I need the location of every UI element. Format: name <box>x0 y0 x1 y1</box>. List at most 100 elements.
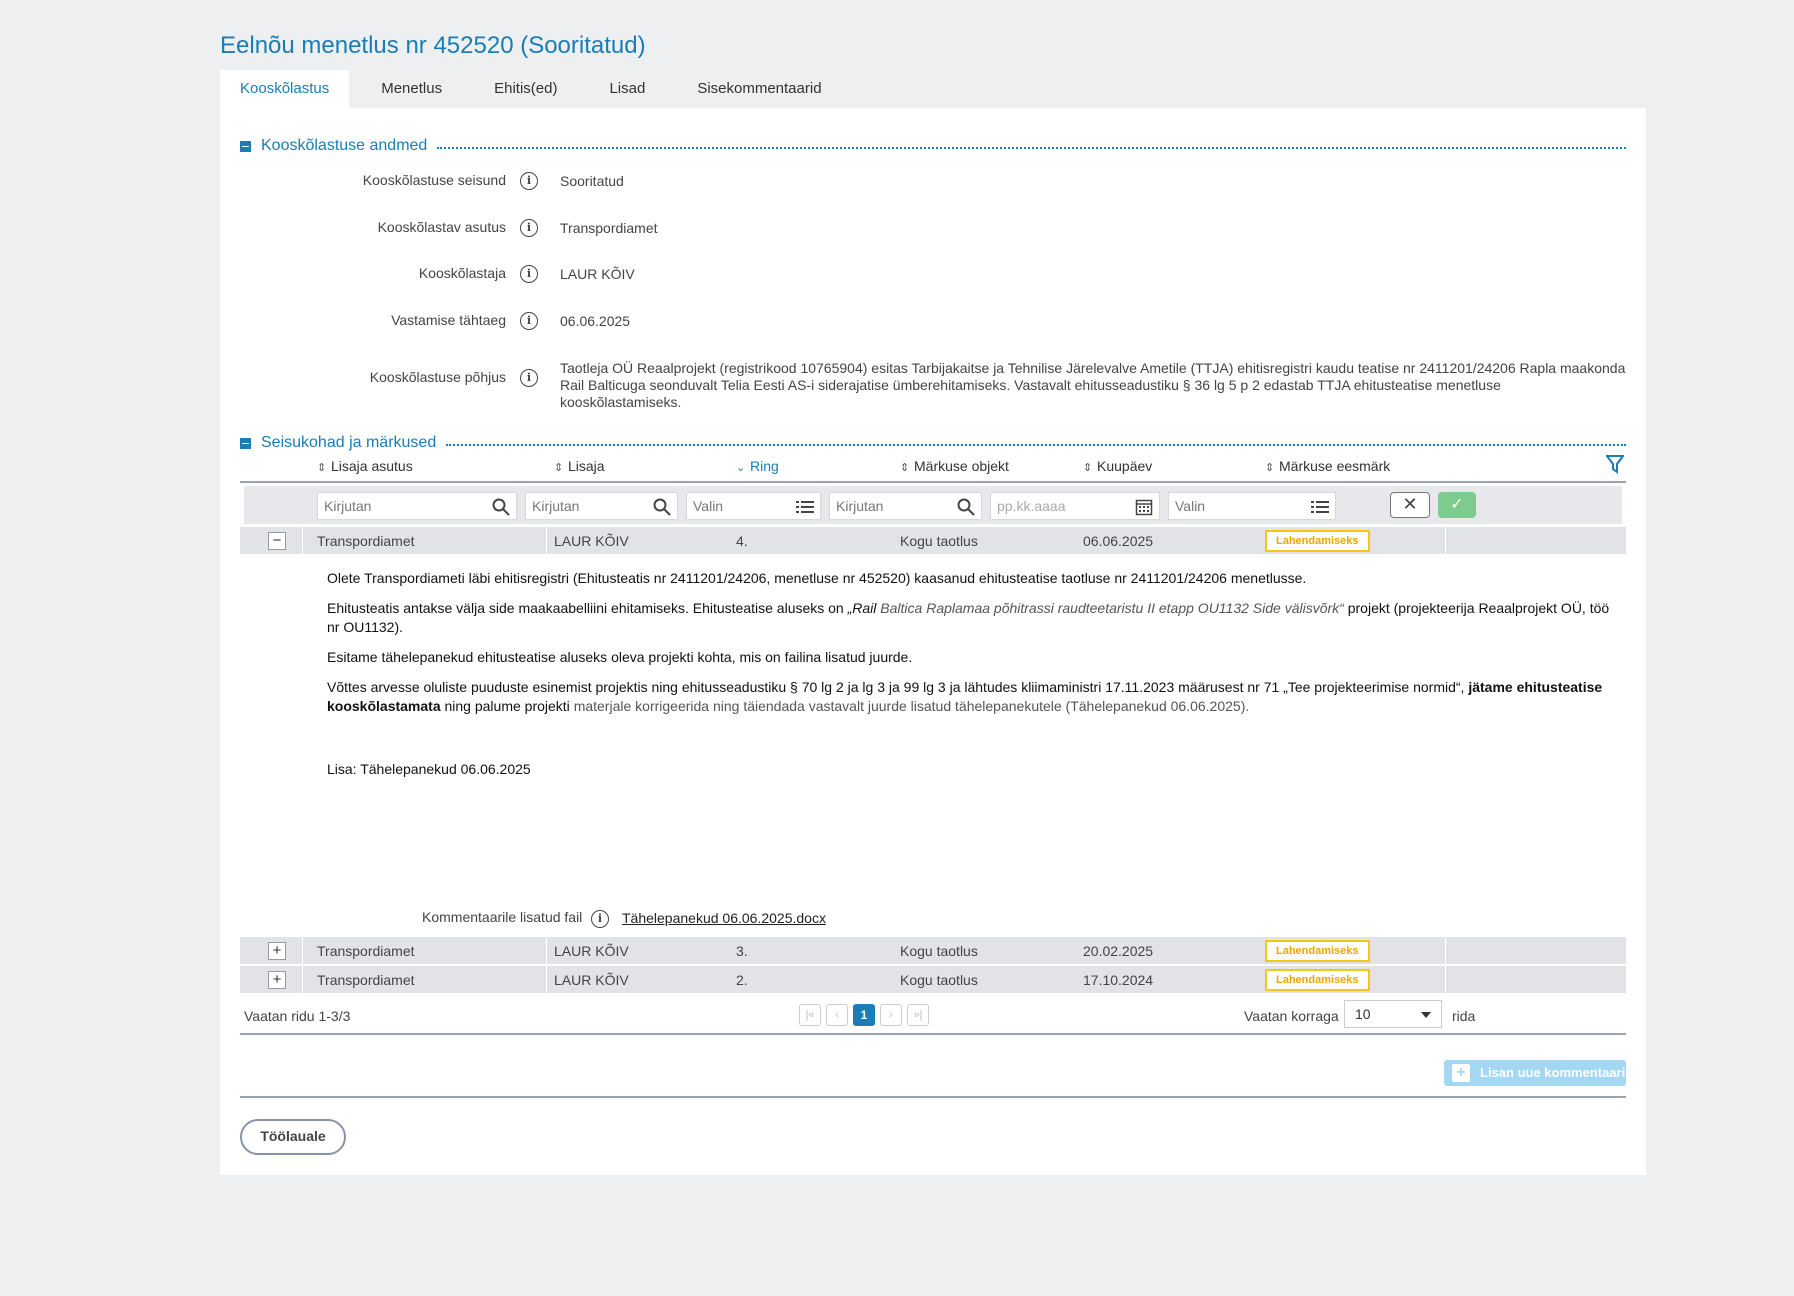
column-label: Märkuse eesmärk <box>1279 458 1391 474</box>
table-row[interactable]: + Transpordiamet LAUR KÕIV 2. Kogu taotl… <box>240 966 1626 994</box>
select-value: 10 <box>1355 1006 1371 1022</box>
cell-objekt: Kogu taotlus <box>900 972 978 988</box>
calendar-icon[interactable] <box>1135 498 1153 516</box>
cell-ring: 3. <box>736 943 748 959</box>
sort-icon: ⇕ <box>900 462 910 474</box>
field-label: Kooskõlastav asutus <box>377 219 506 235</box>
comment-attachment-note: Lisa: Tähelepanekud 06.06.2025 <box>327 761 531 777</box>
per-page-select[interactable]: 10 <box>1344 1000 1442 1028</box>
cell-lisaja: LAUR KÕIV <box>554 533 629 549</box>
column-header-kuupaev[interactable]: ⇕ Kuupäev <box>1083 458 1152 474</box>
column-label: Lisaja <box>568 458 605 474</box>
column-header-objekt[interactable]: ⇕ Märkuse objekt <box>900 458 1009 474</box>
first-page-button[interactable]: |« <box>799 1004 821 1026</box>
info-icon[interactable]: i <box>520 219 538 237</box>
tab-lisad[interactable]: Lisad <box>589 70 665 108</box>
section-header-seisukohad[interactable]: Seisukohad ja märkused <box>240 433 1626 453</box>
comment-body: Olete Transpordiameti läbi ehitisregistr… <box>327 569 1617 790</box>
placeholder: pp.kk.aaaa <box>997 498 1066 514</box>
sort-icon: ⇕ <box>1083 462 1093 474</box>
cell-objekt: Kogu taotlus <box>900 943 978 959</box>
info-icon[interactable]: i <box>591 910 609 928</box>
filter-ring-select[interactable]: Valin <box>686 492 821 520</box>
pagination: Vaatan ridu 1-3/3 |« ‹ 1 › »| Vaatan kor… <box>240 995 1626 1035</box>
search-icon <box>492 498 510 516</box>
button-label: Lisan uue kommentaari <box>1480 1065 1626 1080</box>
collapse-icon[interactable] <box>240 140 251 152</box>
column-label: Ring <box>750 458 779 474</box>
plus-icon: + <box>1452 1064 1470 1082</box>
last-page-button[interactable]: »| <box>907 1004 929 1026</box>
filter-icon[interactable] <box>1606 454 1624 474</box>
expand-row-icon[interactable]: + <box>268 942 286 960</box>
placeholder: Valin <box>1175 498 1206 514</box>
tab-ehitised[interactable]: Ehitis(ed) <box>474 70 577 108</box>
next-page-button[interactable]: › <box>880 1004 902 1026</box>
tab-menetlus[interactable]: Menetlus <box>361 70 462 108</box>
section-title: Seisukohad ja märkused <box>261 434 437 451</box>
per-page-suffix: rida <box>1452 1008 1476 1024</box>
collapse-icon[interactable] <box>240 437 251 449</box>
field-label: Kooskõlastuse põhjus <box>369 369 506 385</box>
content-panel: Kooskõlastuse andmed Kooskõlastuse seisu… <box>220 108 1646 1175</box>
field-value: Sooritatud <box>560 173 624 189</box>
cell-kuupaev: 17.10.2024 <box>1083 972 1154 988</box>
field-label: Kooskõlastaja <box>418 265 506 281</box>
filter-lisaja-input[interactable]: Kirjutan <box>525 492 678 520</box>
sort-icon: ⇕ <box>317 462 327 474</box>
column-label: Märkuse objekt <box>914 458 1009 474</box>
per-page-label: Vaatan korraga <box>1244 1008 1339 1024</box>
filter-asutus-input[interactable]: Kirjutan <box>317 492 517 520</box>
column-header-lisaja[interactable]: ⇕ Lisaja <box>554 458 605 474</box>
placeholder: Kirjutan <box>836 498 884 514</box>
field-asutus: Kooskõlastav asutus i Transpordiamet <box>240 219 1626 241</box>
section-divider <box>446 444 1626 446</box>
list-icon <box>1311 501 1329 513</box>
sort-icon: ⇕ <box>1265 462 1275 474</box>
placeholder: Valin <box>693 498 724 514</box>
cell-asutus: Transpordiamet <box>317 943 415 959</box>
filter-eesmark-select[interactable]: Valin <box>1168 492 1336 520</box>
cell-kuupaev: 06.06.2025 <box>1083 533 1154 549</box>
apply-filters-button[interactable]: ✓ <box>1438 492 1476 518</box>
expand-row-icon[interactable]: + <box>268 971 286 989</box>
sort-icon: ⇕ <box>554 462 564 474</box>
column-header-ring[interactable]: ⌄ Ring <box>736 458 779 474</box>
info-icon[interactable]: i <box>520 312 538 330</box>
comment-paragraph: Olete Transpordiameti läbi ehitisregistr… <box>327 570 1307 586</box>
field-value: 06.06.2025 <box>560 313 631 329</box>
tab-kooskolastus[interactable]: Kooskõlastus <box>220 70 350 108</box>
prev-page-button[interactable]: ‹ <box>826 1004 848 1026</box>
attachment-label: Kommentaarile lisatud fail <box>422 909 583 925</box>
page-button-current[interactable]: 1 <box>853 1004 875 1026</box>
chevron-down-icon <box>1421 1012 1431 1018</box>
table-row[interactable]: + Transpordiamet LAUR KÕIV 3. Kogu taotl… <box>240 937 1626 965</box>
sort-desc-icon: ⌄ <box>736 462 746 474</box>
info-icon[interactable]: i <box>520 172 538 190</box>
column-header-eesmark[interactable]: ⇕ Märkuse eesmärk <box>1265 458 1390 474</box>
tab-sisekommentaarid[interactable]: Sisekommentaarid <box>677 70 841 108</box>
filter-kuupaev-input[interactable]: pp.kk.aaaa <box>990 492 1160 520</box>
field-pohjus: Kooskõlastuse põhjus i Taotleja OÜ Reaal… <box>240 360 1626 410</box>
field-value: Taotleja OÜ Reaalprojekt (registrikood 1… <box>560 360 1626 410</box>
filter-row: Kirjutan Kirjutan Valin Kirjutan pp.kk.a… <box>244 486 1622 524</box>
comment-paragraph: Võttes arvesse oluliste puuduste esinemi… <box>327 679 1603 714</box>
attachment-link[interactable]: Tähelepanekud 06.06.2025.docx <box>622 910 826 926</box>
filter-objekt-input[interactable]: Kirjutan <box>829 492 982 520</box>
cell-lisaja: LAUR KÕIV <box>554 943 629 959</box>
column-header-asutus[interactable]: ⇕ Lisaja asutus <box>317 458 413 474</box>
cell-ring: 4. <box>736 533 748 549</box>
section-title: Kooskõlastuse andmed <box>261 137 428 154</box>
grid-header: ⇕ Lisaja asutus ⇕ Lisaja ⌄ Ring ⇕ Märkuse ob… <box>240 453 1626 483</box>
info-icon[interactable]: i <box>520 265 538 283</box>
list-icon <box>796 501 814 513</box>
section-header-kooskolastuse-andmed[interactable]: Kooskõlastuse andmed <box>240 136 1626 156</box>
table-row[interactable]: − Transpordiamet LAUR KÕIV 4. Kogu taotl… <box>240 527 1626 555</box>
info-icon[interactable]: i <box>520 369 538 387</box>
page-title: Eelnõu menetlus nr 452520 (Sooritatud) <box>220 32 646 59</box>
add-comment-button[interactable]: + Lisan uue kommentaari <box>1444 1060 1626 1086</box>
placeholder: Kirjutan <box>532 498 580 514</box>
collapse-row-icon[interactable]: − <box>268 532 286 550</box>
clear-filters-button[interactable]: ✕ <box>1390 492 1430 518</box>
back-to-dashboard-button[interactable]: Töölauale <box>240 1119 346 1155</box>
